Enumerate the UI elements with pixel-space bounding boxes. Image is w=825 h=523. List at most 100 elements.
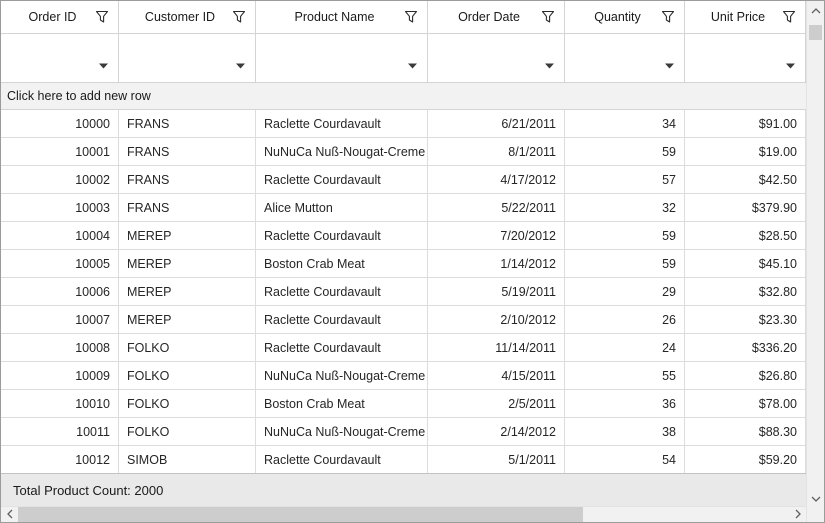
cell-unit-price[interactable]: $45.10 xyxy=(685,250,806,277)
cell-order-date[interactable]: 5/1/2011 xyxy=(428,446,565,473)
cell-quantity[interactable]: 38 xyxy=(565,418,685,445)
cell-quantity[interactable]: 57 xyxy=(565,166,685,193)
column-header-order-id[interactable]: Order ID xyxy=(1,1,119,33)
filter-cell-quantity[interactable] xyxy=(565,34,685,82)
cell-order-id[interactable]: 10003 xyxy=(1,194,119,221)
cell-customer-id[interactable]: SIMOB xyxy=(119,446,256,473)
filter-funnel-icon[interactable] xyxy=(95,10,109,24)
table-row[interactable]: 10008 FOLKO Raclette Courdavault 11/14/2011… xyxy=(1,334,806,362)
filter-funnel-icon[interactable] xyxy=(404,10,418,24)
column-header-quantity[interactable]: Quantity xyxy=(565,1,685,33)
cell-product-name[interactable]: Raclette Courdavault xyxy=(256,306,428,333)
cell-unit-price[interactable]: $78.00 xyxy=(685,390,806,417)
cell-unit-price[interactable]: $19.00 xyxy=(685,138,806,165)
vertical-scroll-thumb[interactable] xyxy=(809,25,822,40)
cell-customer-id[interactable]: FRANS xyxy=(119,138,256,165)
cell-quantity[interactable]: 59 xyxy=(565,138,685,165)
cell-customer-id[interactable]: FRANS xyxy=(119,166,256,193)
filter-funnel-icon[interactable] xyxy=(232,10,246,24)
cell-product-name[interactable]: Raclette Courdavault xyxy=(256,278,428,305)
cell-order-date[interactable]: 2/14/2012 xyxy=(428,418,565,445)
cell-unit-price[interactable]: $26.80 xyxy=(685,362,806,389)
table-row[interactable]: 10009 FOLKO NuNuCa Nuß-Nougat-Creme 4/15/20… xyxy=(1,362,806,390)
chevron-down-icon[interactable] xyxy=(408,56,417,69)
chevron-down-icon[interactable] xyxy=(786,56,795,69)
cell-order-id[interactable]: 10006 xyxy=(1,278,119,305)
cell-customer-id[interactable]: FOLKO xyxy=(119,418,256,445)
cell-customer-id[interactable]: FOLKO xyxy=(119,390,256,417)
chevron-down-icon[interactable] xyxy=(236,56,245,69)
cell-unit-price[interactable]: $91.00 xyxy=(685,110,806,137)
filter-cell-customer-id[interactable] xyxy=(119,34,256,82)
cell-product-name[interactable]: Raclette Courdavault xyxy=(256,222,428,249)
cell-product-name[interactable]: Boston Crab Meat xyxy=(256,390,428,417)
cell-order-id[interactable]: 10008 xyxy=(1,334,119,361)
cell-order-date[interactable]: 6/21/2011 xyxy=(428,110,565,137)
cell-order-date[interactable]: 11/14/2011 xyxy=(428,334,565,361)
cell-product-name[interactable]: Alice Mutton xyxy=(256,194,428,221)
cell-quantity[interactable]: 59 xyxy=(565,222,685,249)
cell-order-date[interactable]: 5/19/2011 xyxy=(428,278,565,305)
cell-quantity[interactable]: 34 xyxy=(565,110,685,137)
scroll-right-button[interactable] xyxy=(789,507,806,522)
cell-quantity[interactable]: 54 xyxy=(565,446,685,473)
cell-order-id[interactable]: 10004 xyxy=(1,222,119,249)
filter-funnel-icon[interactable] xyxy=(541,10,555,24)
cell-order-id[interactable]: 10001 xyxy=(1,138,119,165)
column-header-customer-id[interactable]: Customer ID xyxy=(119,1,256,33)
column-header-product-name[interactable]: Product Name xyxy=(256,1,428,33)
vertical-scroll-track[interactable] xyxy=(807,18,824,489)
scroll-left-button[interactable] xyxy=(1,507,18,522)
cell-order-id[interactable]: 10005 xyxy=(1,250,119,277)
cell-order-id[interactable]: 10010 xyxy=(1,390,119,417)
cell-customer-id[interactable]: FOLKO xyxy=(119,334,256,361)
table-row[interactable]: 10011 FOLKO NuNuCa Nuß-Nougat-Creme 2/14/20… xyxy=(1,418,806,446)
cell-product-name[interactable]: NuNuCa Nuß-Nougat-Creme xyxy=(256,138,428,165)
table-row[interactable]: 10012 SIMOB Raclette Courdavault 5/1/2011 54… xyxy=(1,446,806,473)
chevron-down-icon[interactable] xyxy=(545,56,554,69)
horizontal-scrollbar[interactable] xyxy=(1,506,806,522)
table-row[interactable]: 10007 MEREP Raclette Courdavault 2/10/2012 2… xyxy=(1,306,806,334)
cell-customer-id[interactable]: FRANS xyxy=(119,110,256,137)
filter-cell-order-date[interactable] xyxy=(428,34,565,82)
filter-funnel-icon[interactable] xyxy=(782,10,796,24)
cell-unit-price[interactable]: $42.50 xyxy=(685,166,806,193)
table-row[interactable]: 10001 FRANS NuNuCa Nuß-Nougat-Creme 8/1/201… xyxy=(1,138,806,166)
cell-unit-price[interactable]: $32.80 xyxy=(685,278,806,305)
column-header-order-date[interactable]: Order Date xyxy=(428,1,565,33)
cell-customer-id[interactable]: MEREP xyxy=(119,278,256,305)
horizontal-scroll-track[interactable] xyxy=(18,507,789,522)
cell-order-date[interactable]: 2/5/2011 xyxy=(428,390,565,417)
chevron-down-icon[interactable] xyxy=(665,56,674,69)
cell-order-date[interactable]: 4/15/2011 xyxy=(428,362,565,389)
chevron-down-icon[interactable] xyxy=(99,56,108,69)
filter-cell-product-name[interactable] xyxy=(256,34,428,82)
cell-order-id[interactable]: 10000 xyxy=(1,110,119,137)
cell-order-id[interactable]: 10009 xyxy=(1,362,119,389)
scroll-up-button[interactable] xyxy=(807,1,824,18)
cell-unit-price[interactable]: $23.30 xyxy=(685,306,806,333)
cell-order-date[interactable]: 2/10/2012 xyxy=(428,306,565,333)
cell-customer-id[interactable]: MEREP xyxy=(119,250,256,277)
horizontal-scroll-thumb[interactable] xyxy=(18,507,583,522)
table-row[interactable]: 10002 FRANS Raclette Courdavault 4/17/2012 5… xyxy=(1,166,806,194)
cell-quantity[interactable]: 32 xyxy=(565,194,685,221)
cell-unit-price[interactable]: $88.30 xyxy=(685,418,806,445)
cell-product-name[interactable]: NuNuCa Nuß-Nougat-Creme xyxy=(256,418,428,445)
column-header-unit-price[interactable]: Unit Price xyxy=(685,1,806,33)
cell-order-id[interactable]: 10002 xyxy=(1,166,119,193)
cell-customer-id[interactable]: MEREP xyxy=(119,222,256,249)
cell-unit-price[interactable]: $336.20 xyxy=(685,334,806,361)
table-row[interactable]: 10000 FRANS Raclette Courdavault 6/21/2011 3… xyxy=(1,110,806,138)
cell-quantity[interactable]: 24 xyxy=(565,334,685,361)
cell-customer-id[interactable]: MEREP xyxy=(119,306,256,333)
cell-quantity[interactable]: 26 xyxy=(565,306,685,333)
cell-quantity[interactable]: 59 xyxy=(565,250,685,277)
table-row[interactable]: 10006 MEREP Raclette Courdavault 5/19/2011 2… xyxy=(1,278,806,306)
cell-order-id[interactable]: 10011 xyxy=(1,418,119,445)
cell-unit-price[interactable]: $28.50 xyxy=(685,222,806,249)
cell-order-id[interactable]: 10007 xyxy=(1,306,119,333)
table-row[interactable]: 10003 FRANS Alice Mutton 5/22/2011 32 $379.90 xyxy=(1,194,806,222)
cell-order-date[interactable]: 5/22/2011 xyxy=(428,194,565,221)
table-row[interactable]: 10005 MEREP Boston Crab Meat 1/14/2012 59 $45… xyxy=(1,250,806,278)
